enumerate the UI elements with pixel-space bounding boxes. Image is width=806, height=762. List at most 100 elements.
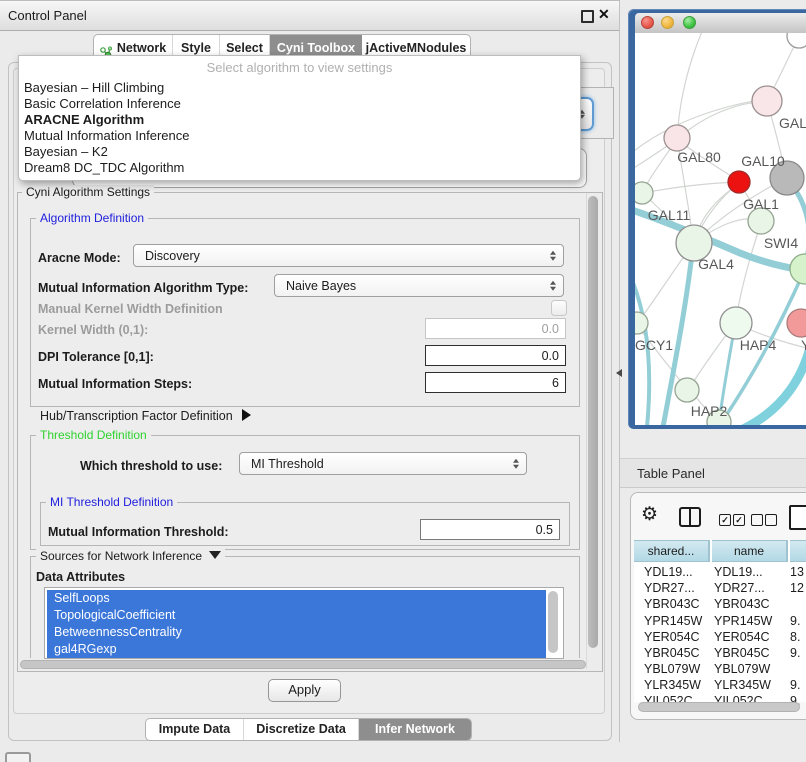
list-scrollbar[interactable] bbox=[548, 591, 558, 653]
which-threshold-select[interactable]: MI Threshold bbox=[239, 452, 527, 475]
minimized-panel-icon[interactable] bbox=[5, 752, 31, 762]
table-cell[interactable]: YBR045C bbox=[644, 645, 708, 661]
table-cell[interactable]: YBL079W bbox=[644, 661, 708, 677]
node-gal11[interactable] bbox=[635, 182, 653, 204]
select-all-checkbox-icon[interactable]: ✓ bbox=[733, 514, 745, 526]
minimize-traffic-light[interactable] bbox=[661, 16, 674, 29]
table-cell[interactable]: YLR345W bbox=[644, 677, 708, 693]
mi-type-select[interactable]: Naive Bayes bbox=[274, 274, 564, 297]
settings-hscrollbar-thumb[interactable] bbox=[20, 660, 586, 669]
hub-definition-label: Hub/Transcription Factor Definition bbox=[40, 409, 233, 423]
node-y[interactable] bbox=[787, 309, 806, 337]
spinner-icon bbox=[550, 279, 556, 292]
node-label: HAP4 bbox=[740, 337, 777, 353]
deselect-all-checkbox-icon[interactable] bbox=[765, 514, 777, 526]
table-cell[interactable]: YBL079W bbox=[714, 661, 784, 677]
algorithm-option-selected[interactable]: ARACNE Algorithm bbox=[24, 112, 144, 128]
table-cell[interactable]: 13 bbox=[790, 564, 806, 580]
column-header-shared-name[interactable]: shared... bbox=[634, 540, 710, 562]
table-cell[interactable]: 12 bbox=[790, 580, 806, 596]
deselect-all-checkbox-icon[interactable] bbox=[751, 514, 763, 526]
table-cell[interactable]: YDR27... bbox=[714, 580, 784, 596]
node-gal80[interactable] bbox=[664, 125, 690, 151]
close-icon[interactable]: ✕ bbox=[598, 6, 610, 23]
close-traffic-light[interactable] bbox=[641, 16, 654, 29]
node-label: GAL10 bbox=[741, 153, 785, 169]
function-builder-icon[interactable] bbox=[789, 505, 806, 530]
table-cell[interactable] bbox=[790, 661, 806, 677]
table-cell[interactable]: YBR045C bbox=[714, 645, 784, 661]
dpi-tolerance-input[interactable]: 0.0 bbox=[425, 345, 566, 366]
table-cell[interactable]: YDL19... bbox=[644, 564, 708, 580]
column-header-clipped[interactable] bbox=[790, 540, 806, 562]
table-cell[interactable]: YDL19... bbox=[714, 564, 784, 580]
which-threshold-value: MI Threshold bbox=[251, 457, 324, 471]
float-window-icon[interactable] bbox=[581, 10, 594, 23]
node-red-selected[interactable] bbox=[728, 171, 750, 193]
dpi-tolerance-label: DPI Tolerance [0,1]: bbox=[38, 350, 154, 364]
panel-splitter-collapse-arrow[interactable] bbox=[616, 369, 622, 377]
tab-discretize-data-label: Discretize Data bbox=[256, 722, 346, 736]
cyni-bottom-tabbar: Impute Data Discretize Data Infer Networ… bbox=[145, 718, 472, 741]
table-cell[interactable]: YLR345W bbox=[714, 677, 784, 693]
algorithm-option[interactable]: Dream8 DC_TDC Algorithm bbox=[24, 160, 184, 176]
data-attributes-list[interactable]: SelfLoops TopologicalCoefficient Between… bbox=[44, 587, 564, 659]
tab-impute-data[interactable]: Impute Data bbox=[146, 719, 244, 740]
table-cell[interactable]: YDR27... bbox=[644, 580, 708, 596]
mi-threshold-label: Mutual Information Threshold: bbox=[48, 525, 229, 539]
kernel-width-input[interactable]: 0.0 bbox=[425, 318, 566, 339]
table-cell[interactable]: YER054C bbox=[644, 629, 708, 645]
hub-definition-toggle[interactable]: Hub/Transcription Factor Definition bbox=[40, 409, 251, 423]
table-cell[interactable] bbox=[790, 596, 806, 612]
aracne-mode-label: Aracne Mode: bbox=[38, 251, 121, 265]
table-cell[interactable]: 9. bbox=[790, 677, 806, 693]
algorithm-option[interactable]: Bayesian – Hill Climbing bbox=[24, 80, 164, 96]
table-cell[interactable]: 9. bbox=[790, 645, 806, 661]
list-item[interactable]: TopologicalCoefficient bbox=[47, 607, 546, 624]
algorithm-dropdown-popup: Select algorithm to view settings Bayesi… bbox=[18, 55, 581, 181]
table-hscrollbar-thumb[interactable] bbox=[638, 702, 800, 712]
node-swi4[interactable] bbox=[790, 254, 806, 284]
sources-toggle[interactable]: Sources for Network Inference bbox=[36, 549, 225, 563]
mi-steps-input[interactable]: 6 bbox=[425, 372, 566, 393]
list-item[interactable]: SelfLoops bbox=[47, 590, 546, 607]
network-edges bbox=[635, 33, 806, 422]
table-cell[interactable]: 8. bbox=[790, 629, 806, 645]
aracne-mode-select[interactable]: Discovery bbox=[133, 244, 564, 267]
algorithm-option[interactable]: Bayesian – K2 bbox=[24, 144, 108, 160]
control-panel-titlebar bbox=[0, 0, 620, 31]
zoom-traffic-light[interactable] bbox=[683, 16, 696, 29]
table-cell[interactable]: YER054C bbox=[714, 629, 784, 645]
node-hap4[interactable] bbox=[720, 307, 752, 339]
which-threshold-label: Which threshold to use: bbox=[80, 459, 222, 473]
node-hap2[interactable] bbox=[675, 378, 699, 402]
column-header-name[interactable]: name bbox=[712, 540, 788, 562]
table-cell[interactable]: YPR145W bbox=[714, 613, 784, 629]
algorithm-dropdown-placeholder: Select algorithm to view settings bbox=[19, 60, 580, 75]
node-unlabeled[interactable] bbox=[787, 33, 806, 48]
spinner-icon bbox=[550, 249, 556, 262]
tab-infer-network[interactable]: Infer Network bbox=[359, 719, 471, 740]
column-header-label: name bbox=[734, 544, 764, 558]
table-cell[interactable]: YPR145W bbox=[644, 613, 708, 629]
columns-icon[interactable] bbox=[679, 507, 701, 527]
mi-steps-label: Mutual Information Steps: bbox=[38, 377, 192, 391]
network-canvas[interactable]: GAL GAL80 GAL10 GAL1 GAL11 GAL4 SWI4 GCY… bbox=[635, 33, 806, 425]
table-cell[interactable]: 9. bbox=[790, 613, 806, 629]
algorithm-option[interactable]: Basic Correlation Inference bbox=[24, 96, 181, 112]
mi-threshold-input[interactable]: 0.5 bbox=[420, 519, 560, 540]
algorithm-option[interactable]: Mutual Information Inference bbox=[24, 128, 189, 144]
list-item[interactable]: gal4RGexp bbox=[47, 641, 546, 658]
settings-vscrollbar-thumb[interactable] bbox=[588, 196, 598, 648]
apply-button-label: Apply bbox=[288, 682, 321, 697]
tab-discretize-data[interactable]: Discretize Data bbox=[244, 719, 359, 740]
table-cell[interactable]: YBR043C bbox=[714, 596, 784, 612]
apply-button[interactable]: Apply bbox=[268, 679, 341, 702]
dpi-tolerance-value: 0.0 bbox=[542, 349, 559, 363]
table-cell[interactable]: YBR043C bbox=[644, 596, 708, 612]
node-gal7[interactable] bbox=[752, 86, 782, 116]
select-all-checkbox-icon[interactable]: ✓ bbox=[719, 514, 731, 526]
manual-kernel-checkbox[interactable] bbox=[551, 300, 567, 316]
gear-icon[interactable]: ⚙ bbox=[641, 503, 658, 526]
list-item[interactable]: BetweennessCentrality bbox=[47, 624, 546, 641]
